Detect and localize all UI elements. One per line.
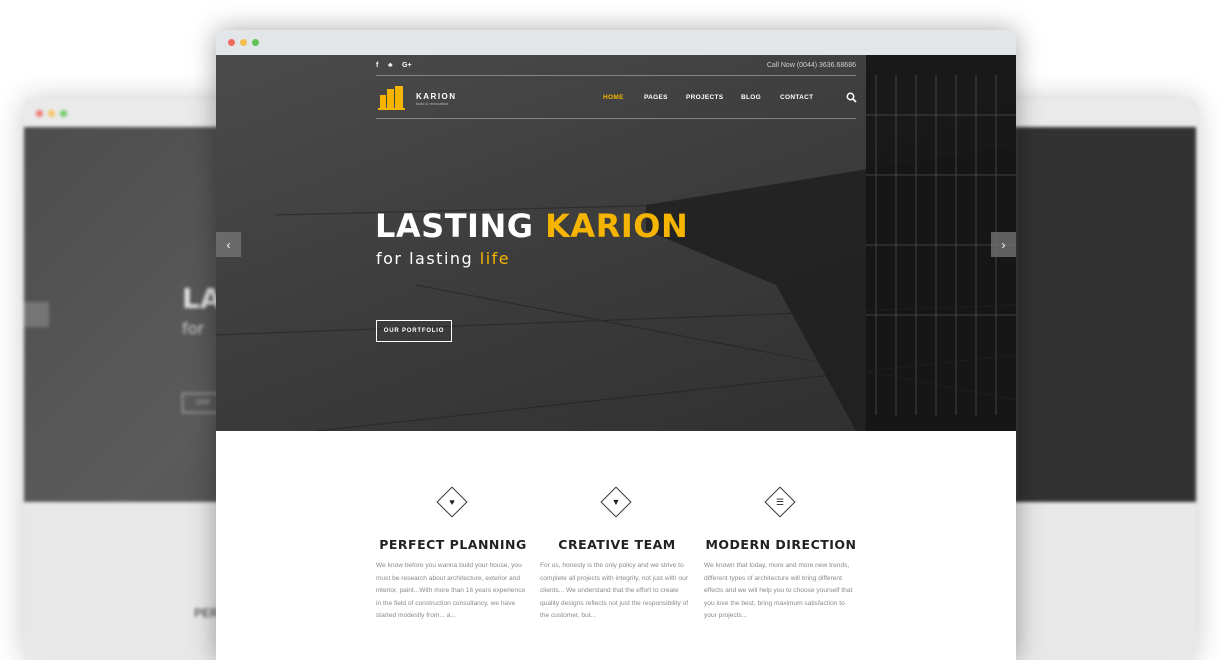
twitter-icon[interactable]: ♣	[388, 62, 393, 69]
call-now-text: Call Now (0044) 3636.68686	[766, 62, 856, 69]
hero-title-main: LASTING	[375, 207, 546, 245]
slider-prev-arrow-icon[interactable]: ‹	[216, 232, 241, 257]
browser-titlebar	[216, 30, 1016, 55]
background-feature-title: PER	[194, 606, 219, 620]
background-maximize-dot	[60, 110, 67, 117]
feature-text: We known that today, more and more new t…	[704, 562, 853, 620]
bookmark-icon: ▼	[600, 486, 632, 518]
brand-name[interactable]: KARION	[416, 92, 457, 101]
hero-title: LASTING KARION	[375, 207, 688, 245]
header-divider	[376, 118, 856, 119]
window-maximize-button[interactable]	[252, 39, 259, 46]
facebook-icon[interactable]: f	[376, 62, 378, 69]
shield-check-icon: ♥	[436, 486, 468, 518]
hero-slider: f ♣ G+ Call Now (0044) 3636.68686 KARION…	[216, 55, 1016, 431]
background-close-dot	[36, 110, 43, 117]
slider-next-arrow-icon[interactable]: ›	[991, 232, 1016, 257]
main-browser-window: f ♣ G+ Call Now (0044) 3636.68686 KARION…	[216, 30, 1016, 660]
feature-title: MODERN DIRECTION	[705, 537, 857, 552]
nav-pages[interactable]: PAGES	[644, 94, 668, 101]
hero-subtitle-accent: life	[479, 249, 511, 268]
features-section: ♥ PERFECT PLANNING We know before you wa…	[216, 431, 1016, 660]
feature-title: CREATIVE TEAM	[558, 537, 676, 552]
background-prev-arrow	[24, 302, 49, 327]
feature-text: For us, honesty is the only policy and w…	[540, 562, 689, 620]
nav-home[interactable]: HOME	[603, 94, 624, 101]
our-portfolio-button[interactable]: OUR PORTFOLIO	[376, 320, 452, 342]
window-close-button[interactable]	[228, 39, 235, 46]
search-icon[interactable]	[846, 92, 857, 103]
karion-logo-icon[interactable]	[378, 85, 406, 111]
background-hero-subtitle: for	[182, 319, 204, 338]
hero-title-accent: KARION	[545, 207, 689, 245]
brand-tagline: build & renovation	[416, 101, 449, 106]
feature-text: We know before you wanna build your hous…	[376, 562, 526, 620]
background-hero-dark-area	[1016, 127, 1196, 502]
topbar-divider	[376, 75, 856, 76]
google-plus-icon[interactable]: G+	[402, 62, 412, 69]
hero-subtitle: for lasting life	[376, 249, 510, 268]
nav-contact[interactable]: CONTACT	[780, 94, 813, 101]
background-minimize-dot	[48, 110, 55, 117]
nav-projects[interactable]: PROJECTS	[686, 94, 723, 101]
feature-title: PERFECT PLANNING	[379, 537, 527, 552]
nav-blog[interactable]: BLOG	[741, 94, 761, 101]
hero-subtitle-main: for lasting	[376, 249, 480, 268]
window-minimize-button[interactable]	[240, 39, 247, 46]
database-icon: ☰	[764, 486, 796, 518]
